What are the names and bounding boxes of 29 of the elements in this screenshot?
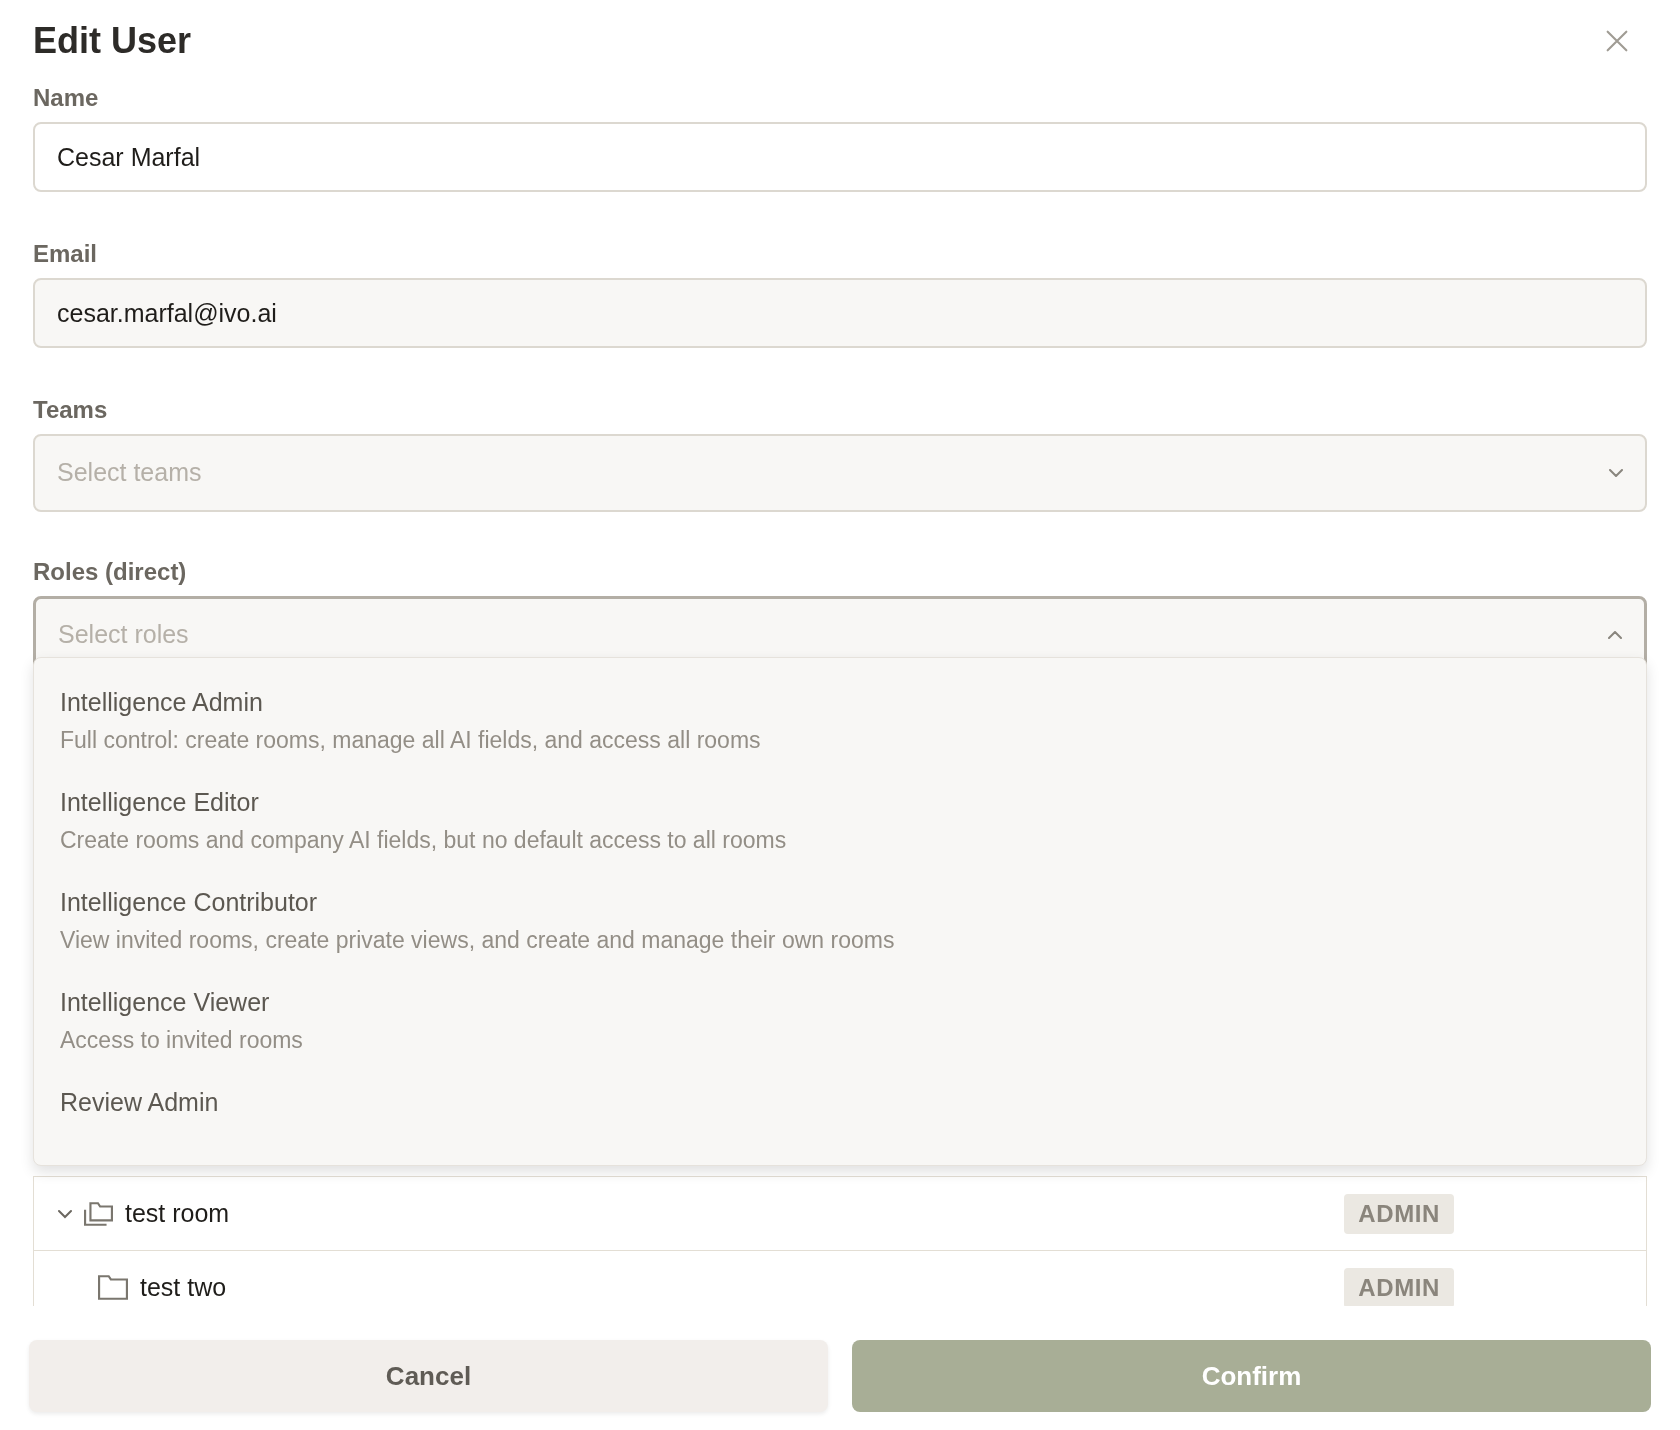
room-name: test room	[125, 1197, 230, 1229]
folders-icon	[84, 1201, 113, 1226]
role-name[interactable]: Intelligence Editor	[60, 786, 1620, 818]
text-field[interactable]: cesar.marfal@ivo.ai	[33, 278, 1647, 348]
role-tag: ADMIN	[1344, 1193, 1454, 1234]
room-name: test two	[140, 1271, 227, 1303]
role-description: View invited rooms, create private views, and create and manage their own rooms	[60, 926, 896, 955]
role-description: Full control: create rooms, manage all AI fields, and access all rooms	[60, 726, 762, 755]
select-placeholder: Select roles	[58, 619, 189, 651]
chevron-down-icon	[1609, 469, 1623, 477]
role-name[interactable]: Intelligence Viewer	[60, 986, 1620, 1018]
select-placeholder: Select teams	[57, 457, 202, 489]
text-field[interactable]: Cesar Marfal	[33, 122, 1647, 192]
folder-icon	[98, 1275, 128, 1300]
field-label: Email	[33, 239, 99, 269]
field-label: Name	[33, 83, 100, 113]
dialog-title: Edit User	[33, 19, 192, 63]
field-label: Roles (direct)	[33, 557, 188, 587]
chevron-up-icon	[1608, 631, 1622, 639]
role-description: Create rooms and company AI fields, but no default access to all rooms	[60, 826, 788, 855]
role-tag: ADMIN	[1344, 1267, 1454, 1306]
field-label: Teams	[33, 395, 109, 425]
room-row[interactable]: test room ADMIN	[34, 1177, 1646, 1251]
role-name[interactable]: Intelligence Contributor	[60, 886, 1620, 918]
role-name[interactable]: Intelligence Admin	[60, 686, 1620, 718]
cancel-button[interactable]: Cancel	[29, 1340, 828, 1412]
role-name[interactable]: Review Admin	[60, 1086, 1620, 1118]
room-row[interactable]: test two ADMIN	[34, 1251, 1646, 1306]
role-description: Access to invited rooms	[60, 1026, 304, 1055]
